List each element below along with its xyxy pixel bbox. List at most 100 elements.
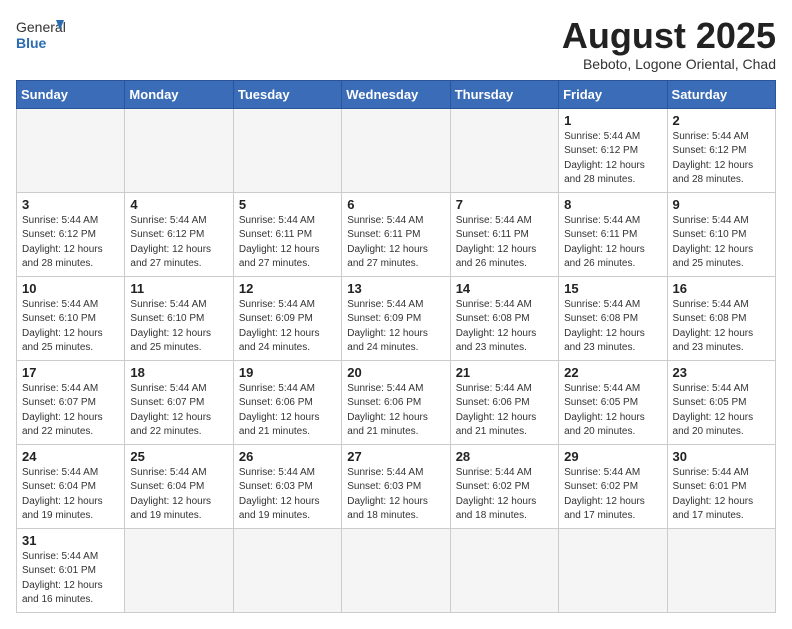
day-info: Sunrise: 5:44 AM Sunset: 6:02 PM Dayligh…: [456, 466, 553, 524]
day-cell: 10Sunrise: 5:44 AM Sunset: 6:10 PM Dayli…: [17, 276, 125, 360]
day-info: Sunrise: 5:44 AM Sunset: 6:07 PM Dayligh…: [130, 382, 227, 440]
day-cell: 13 Sunrise: 5:44 AM Sunset: 6:09 PM Dayli…: [342, 276, 450, 360]
day-number: 9: [673, 197, 770, 212]
day-cell: [450, 108, 558, 192]
week-row-2: 3 Sunrise: 5:44 AM Sunset: 6:12 PM Daylig…: [17, 192, 776, 276]
day-number: 14: [456, 281, 553, 296]
day-info: Sunrise: 5:44 AM Sunset: 6:10 PM Dayligh…: [22, 298, 119, 356]
day-info: Sunrise: 5:44 AM Sunset: 6:10 PM Dayligh…: [673, 214, 770, 272]
day-cell: 23 Sunrise: 5:44 AM Sunset: 6:05 PM Dayli…: [667, 360, 775, 444]
day-cell: [233, 528, 341, 612]
day-number: 8: [564, 197, 661, 212]
weekday-thursday: Thursday: [450, 80, 558, 108]
day-info: Sunrise: 5:44 AM Sunset: 6:05 PM Dayligh…: [673, 382, 770, 440]
day-cell: 27 Sunrise: 5:44 AM Sunset: 6:03 PM Dayli…: [342, 444, 450, 528]
day-cell: 11Sunrise: 5:44 AM Sunset: 6:10 PM Dayli…: [125, 276, 233, 360]
day-info: Sunrise: 5:44 AM Sunset: 6:08 PM Dayligh…: [456, 298, 553, 356]
day-cell: 28Sunrise: 5:44 AM Sunset: 6:02 PM Dayli…: [450, 444, 558, 528]
day-number: 22: [564, 365, 661, 380]
day-number: 26: [239, 449, 336, 464]
week-row-4: 17 Sunrise: 5:44 AM Sunset: 6:07 PM Dayli…: [17, 360, 776, 444]
day-info: Sunrise: 5:44 AM Sunset: 6:12 PM Dayligh…: [564, 130, 661, 188]
day-cell: 22 Sunrise: 5:44 AM Sunset: 6:05 PM Dayli…: [559, 360, 667, 444]
day-cell: 6Sunrise: 5:44 AM Sunset: 6:11 PM Daylig…: [342, 192, 450, 276]
weekday-saturday: Saturday: [667, 80, 775, 108]
day-cell: 20Sunrise: 5:44 AM Sunset: 6:06 PM Dayli…: [342, 360, 450, 444]
month-title: August 2025: [562, 16, 776, 56]
day-info: Sunrise: 5:44 AM Sunset: 6:01 PM Dayligh…: [673, 466, 770, 524]
day-info: Sunrise: 5:44 AM Sunset: 6:06 PM Dayligh…: [456, 382, 553, 440]
day-cell: [125, 528, 233, 612]
day-info: Sunrise: 5:44 AM Sunset: 6:11 PM Dayligh…: [564, 214, 661, 272]
day-cell: 5 Sunrise: 5:44 AM Sunset: 6:11 PM Daylig…: [233, 192, 341, 276]
day-cell: 30Sunrise: 5:44 AM Sunset: 6:01 PM Dayli…: [667, 444, 775, 528]
day-number: 13: [347, 281, 444, 296]
day-cell: [667, 528, 775, 612]
svg-text:Blue: Blue: [16, 35, 47, 51]
day-number: 17: [22, 365, 119, 380]
day-cell: 15 Sunrise: 5:44 AM Sunset: 6:08 PM Dayli…: [559, 276, 667, 360]
week-row-3: 10Sunrise: 5:44 AM Sunset: 6:10 PM Dayli…: [17, 276, 776, 360]
day-cell: 2 Sunrise: 5:44 AM Sunset: 6:12 PM Daylig…: [667, 108, 775, 192]
day-cell: [450, 528, 558, 612]
day-cell: 9 Sunrise: 5:44 AM Sunset: 6:10 PM Daylig…: [667, 192, 775, 276]
calendar: SundayMondayTuesdayWednesdayThursdayFrid…: [16, 80, 776, 613]
day-info: Sunrise: 5:44 AM Sunset: 6:04 PM Dayligh…: [22, 466, 119, 524]
day-cell: 12Sunrise: 5:44 AM Sunset: 6:09 PM Dayli…: [233, 276, 341, 360]
day-cell: [559, 528, 667, 612]
day-info: Sunrise: 5:44 AM Sunset: 6:02 PM Dayligh…: [564, 466, 661, 524]
day-info: Sunrise: 5:44 AM Sunset: 6:03 PM Dayligh…: [347, 466, 444, 524]
day-info: Sunrise: 5:44 AM Sunset: 6:08 PM Dayligh…: [564, 298, 661, 356]
day-number: 21: [456, 365, 553, 380]
day-info: Sunrise: 5:44 AM Sunset: 6:07 PM Dayligh…: [22, 382, 119, 440]
day-info: Sunrise: 5:44 AM Sunset: 6:09 PM Dayligh…: [239, 298, 336, 356]
day-number: 1: [564, 113, 661, 128]
weekday-friday: Friday: [559, 80, 667, 108]
day-cell: 16Sunrise: 5:44 AM Sunset: 6:08 PM Dayli…: [667, 276, 775, 360]
logo: General Blue: [16, 16, 66, 60]
day-cell: [125, 108, 233, 192]
title-area: August 2025 Beboto, Logone Oriental, Cha…: [562, 16, 776, 72]
weekday-sunday: Sunday: [17, 80, 125, 108]
day-number: 2: [673, 113, 770, 128]
day-number: 23: [673, 365, 770, 380]
day-number: 7: [456, 197, 553, 212]
day-cell: 24Sunrise: 5:44 AM Sunset: 6:04 PM Dayli…: [17, 444, 125, 528]
day-info: Sunrise: 5:44 AM Sunset: 6:12 PM Dayligh…: [673, 130, 770, 188]
weekday-wednesday: Wednesday: [342, 80, 450, 108]
day-cell: 1 Sunrise: 5:44 AM Sunset: 6:12 PM Daylig…: [559, 108, 667, 192]
day-number: 25: [130, 449, 227, 464]
day-number: 29: [564, 449, 661, 464]
day-info: Sunrise: 5:44 AM Sunset: 6:01 PM Dayligh…: [22, 550, 119, 608]
day-cell: 25Sunrise: 5:44 AM Sunset: 6:04 PM Dayli…: [125, 444, 233, 528]
day-info: Sunrise: 5:44 AM Sunset: 6:08 PM Dayligh…: [673, 298, 770, 356]
day-number: 18: [130, 365, 227, 380]
day-info: Sunrise: 5:44 AM Sunset: 6:12 PM Dayligh…: [22, 214, 119, 272]
day-cell: 21 Sunrise: 5:44 AM Sunset: 6:06 PM Dayli…: [450, 360, 558, 444]
day-number: 31: [22, 533, 119, 548]
day-number: 27: [347, 449, 444, 464]
day-info: Sunrise: 5:44 AM Sunset: 6:09 PM Dayligh…: [347, 298, 444, 356]
day-info: Sunrise: 5:44 AM Sunset: 6:12 PM Dayligh…: [130, 214, 227, 272]
day-cell: 17 Sunrise: 5:44 AM Sunset: 6:07 PM Dayli…: [17, 360, 125, 444]
day-cell: 14 Sunrise: 5:44 AM Sunset: 6:08 PM Dayli…: [450, 276, 558, 360]
day-info: Sunrise: 5:44 AM Sunset: 6:11 PM Dayligh…: [239, 214, 336, 272]
weekday-tuesday: Tuesday: [233, 80, 341, 108]
day-number: 5: [239, 197, 336, 212]
day-cell: 26Sunrise: 5:44 AM Sunset: 6:03 PM Dayli…: [233, 444, 341, 528]
weekday-header-row: SundayMondayTuesdayWednesdayThursdayFrid…: [17, 80, 776, 108]
weekday-monday: Monday: [125, 80, 233, 108]
day-info: Sunrise: 5:44 AM Sunset: 6:06 PM Dayligh…: [347, 382, 444, 440]
day-info: Sunrise: 5:44 AM Sunset: 6:05 PM Dayligh…: [564, 382, 661, 440]
day-cell: 18 Sunrise: 5:44 AM Sunset: 6:07 PM Dayli…: [125, 360, 233, 444]
day-cell: [342, 528, 450, 612]
day-cell: 7Sunrise: 5:44 AM Sunset: 6:11 PM Daylig…: [450, 192, 558, 276]
logo-svg: General Blue: [16, 16, 66, 60]
subtitle: Beboto, Logone Oriental, Chad: [562, 56, 776, 72]
day-number: 15: [564, 281, 661, 296]
day-number: 3: [22, 197, 119, 212]
day-number: 11: [130, 281, 227, 296]
week-row-6: 31 Sunrise: 5:44 AM Sunset: 6:01 PM Dayli…: [17, 528, 776, 612]
day-cell: 29 Sunrise: 5:44 AM Sunset: 6:02 PM Dayli…: [559, 444, 667, 528]
day-cell: 19Sunrise: 5:44 AM Sunset: 6:06 PM Dayli…: [233, 360, 341, 444]
